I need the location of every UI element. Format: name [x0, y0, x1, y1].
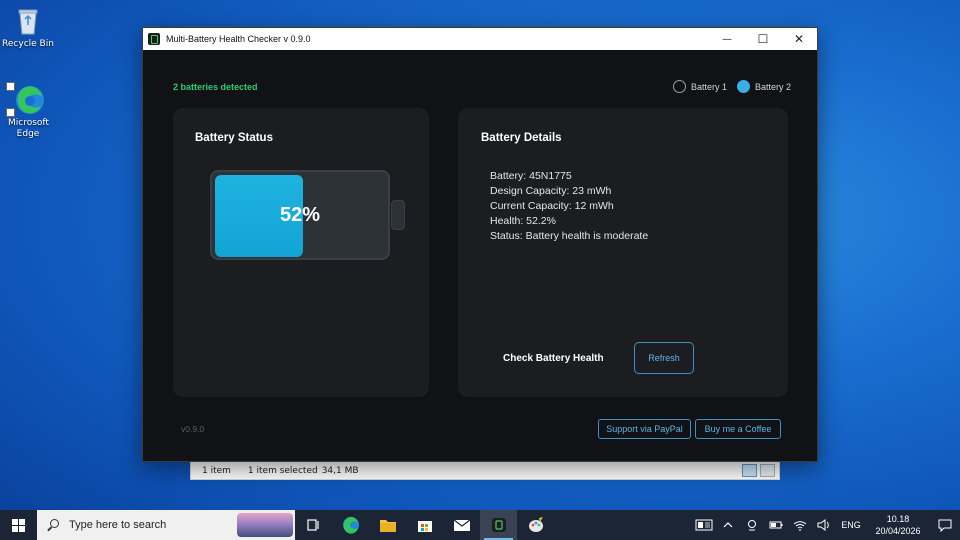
input-language-button[interactable]: ENG	[836, 510, 866, 540]
app-window: Multi-Battery Health Checker v 0.9.0 — ☐…	[142, 27, 818, 462]
webcam-icon	[748, 520, 756, 531]
clock-time: 10.18	[886, 514, 910, 524]
show-hidden-icons-button[interactable]	[716, 510, 740, 540]
detail-status: Status: Battery health is moderate	[490, 230, 649, 242]
mail-icon	[453, 519, 470, 531]
meet-now-button[interactable]	[740, 510, 764, 540]
explorer-selection: 1 item selected	[247, 465, 318, 476]
detail-design-capacity: Design Capacity: 23 mWh	[490, 185, 612, 197]
version-label: v0.9.0	[181, 424, 205, 434]
task-view-icon	[306, 519, 319, 531]
taskbar-search-box[interactable]: Type here to search	[37, 510, 295, 540]
battery-2-label: Battery 2	[755, 81, 792, 92]
detail-battery-model: Battery: 45N1775	[490, 170, 572, 182]
battery-details-title: Battery Details	[481, 132, 562, 144]
taskbar-clock[interactable]: 10.18 20/04/2026	[866, 513, 930, 537]
taskbar-edge-button[interactable]	[332, 510, 369, 540]
close-button[interactable]: ✕	[781, 28, 817, 50]
recycle-bin-desktop-icon[interactable]: Recycle Bin	[0, 5, 56, 50]
search-highlight-image	[237, 513, 293, 537]
refresh-button[interactable]: Refresh	[634, 342, 694, 374]
edge-label: Microsoft Edge	[8, 118, 49, 139]
large-icons-view-button[interactable]	[760, 464, 775, 477]
taskbar-battery-app-button[interactable]	[480, 510, 517, 540]
edge-icon	[6, 82, 44, 117]
notifications-button[interactable]	[930, 510, 960, 540]
taskbar-explorer-button[interactable]	[369, 510, 406, 540]
system-tray: ENG 10.18 20/04/2026	[692, 510, 960, 540]
battery-graphic: 52%	[210, 170, 405, 260]
detail-current-capacity: Current Capacity: 12 mWh	[490, 200, 614, 212]
explorer-view-toggles	[742, 464, 775, 477]
explorer-size: 34,1 MB	[321, 465, 359, 476]
clock-date: 20/04/2026	[875, 526, 921, 536]
battery-status-title: Battery Status	[195, 132, 273, 144]
search-icon	[47, 519, 59, 531]
edge-desktop-icon[interactable]: Microsoft Edge	[0, 82, 56, 140]
folder-icon	[379, 520, 396, 532]
news-icon	[695, 519, 713, 531]
minimize-button[interactable]: —	[709, 28, 745, 50]
app-icon	[148, 33, 160, 45]
paint-icon	[528, 517, 543, 532]
battery-app-icon	[491, 518, 506, 532]
search-placeholder: Type here to search	[69, 519, 167, 531]
title-bar[interactable]: Multi-Battery Health Checker v 0.9.0 — ☐…	[143, 28, 817, 50]
batteries-detected-text: 2 batteries detected	[173, 82, 258, 92]
windows-logo-icon	[12, 518, 25, 532]
battery-selector: Battery 1 Battery 2	[673, 80, 791, 93]
edge-icon	[342, 516, 359, 534]
battery-1-radio[interactable]: Battery 1	[673, 80, 727, 93]
recycle-bin-icon	[12, 5, 44, 37]
battery-details-card: Battery Details Battery: 45N1775 Design …	[458, 108, 788, 397]
detail-health: Health: 52.2%	[490, 215, 556, 227]
window-title: Multi-Battery Health Checker v 0.9.0	[166, 34, 311, 44]
taskbar-store-button[interactable]	[406, 510, 443, 540]
buy-coffee-button[interactable]: Buy me a Coffee	[695, 419, 781, 439]
taskbar-paint-button[interactable]	[517, 510, 554, 540]
checkbox-icon	[6, 82, 15, 91]
shortcut-arrow-icon	[6, 108, 15, 117]
radio-unchecked-icon	[673, 80, 686, 93]
volume-tray-button[interactable]	[812, 510, 836, 540]
app-content: 2 batteries detected Battery 1 Battery 2…	[143, 50, 817, 461]
radio-checked-icon	[737, 80, 751, 93]
battery-tray-icon	[769, 521, 783, 529]
maximize-button[interactable]: ☐	[745, 28, 781, 50]
task-view-button[interactable]	[295, 510, 332, 540]
taskbar-mail-button[interactable]	[443, 510, 480, 540]
start-button[interactable]	[0, 510, 37, 540]
speaker-icon	[817, 519, 829, 531]
chevron-up-icon	[723, 522, 733, 528]
explorer-item-count: 1 item	[202, 465, 231, 476]
store-icon	[417, 521, 432, 532]
battery-details-list: Battery: 45N1775 Design Capacity: 23 mWh…	[490, 169, 648, 244]
notification-icon	[938, 519, 952, 532]
news-widget-button[interactable]	[692, 510, 716, 540]
taskbar: Type here to search ENG 10.18 20/04/2026	[0, 510, 960, 540]
explorer-status-bar: 1 item 1 item selected 34,1 MB	[190, 461, 780, 480]
recycle-bin-label: Recycle Bin	[2, 39, 54, 49]
battery-2-radio[interactable]: Battery 2	[737, 80, 791, 93]
battery-tray-button[interactable]	[764, 510, 788, 540]
wifi-tray-button[interactable]	[788, 510, 812, 540]
wifi-icon	[793, 521, 807, 531]
check-battery-health-label: Check Battery Health	[503, 353, 604, 364]
battery-percent: 52%	[279, 203, 321, 226]
battery-1-label: Battery 1	[691, 81, 728, 92]
battery-terminal	[391, 200, 405, 230]
support-paypal-button[interactable]: Support via PayPal	[598, 419, 691, 439]
details-view-button[interactable]	[742, 464, 757, 477]
battery-status-card: Battery Status 52%	[173, 108, 429, 397]
